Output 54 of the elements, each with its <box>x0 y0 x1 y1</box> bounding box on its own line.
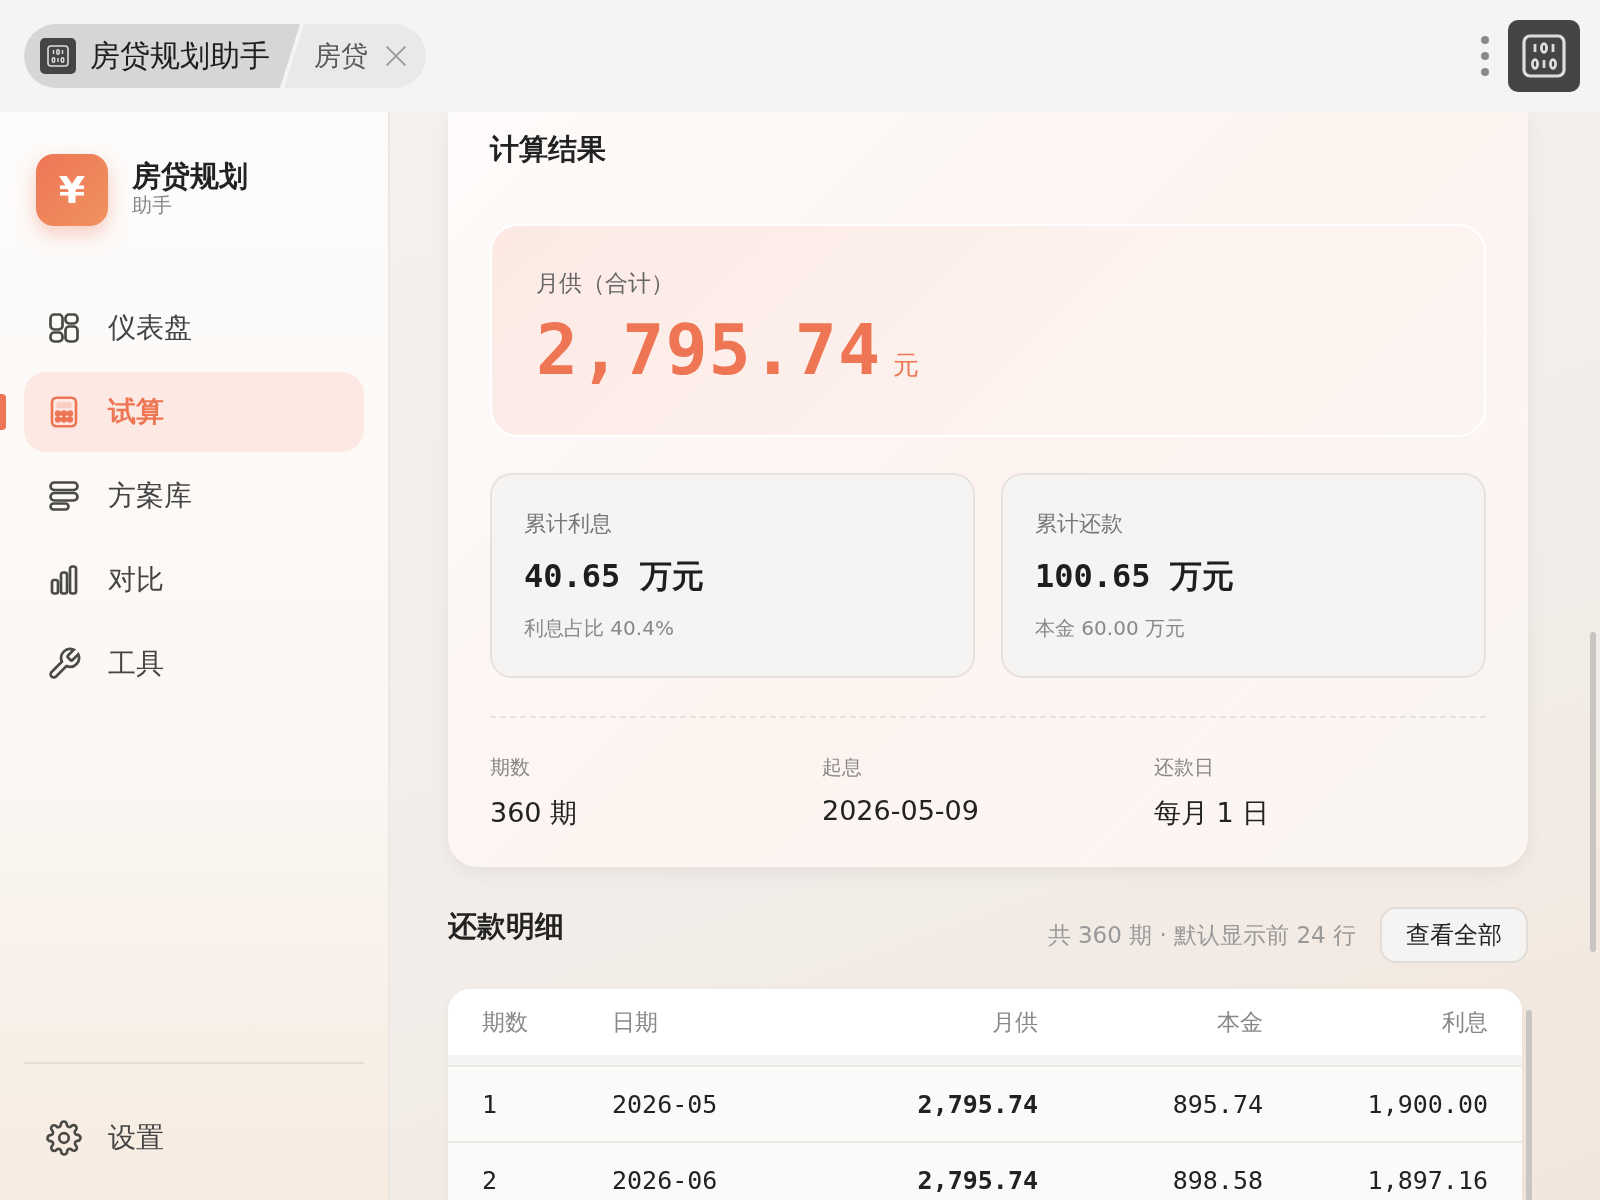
schedule-summary: 共 360 期 · 默认显示前 24 行 <box>1047 920 1356 950</box>
column-header: 日期 <box>612 1007 659 1037</box>
table-cell-text: 1,897.16 <box>1366 1165 1488 1195</box>
info-value: 360 期 <box>490 796 579 830</box>
table-cell-text: 2 <box>482 1165 499 1195</box>
tab[interactable]: 房贷 <box>284 24 426 88</box>
column-header: 本金 <box>1216 1007 1263 1037</box>
table-cell-text: 2,795.74 <box>916 1089 1038 1119</box>
nav-item[interactable]: 工具 <box>24 624 364 704</box>
table-cell-text: 1,900.00 <box>1366 1089 1488 1119</box>
table-cell-text: 895.74 <box>1171 1089 1263 1119</box>
info-label: 期数 <box>490 754 531 781</box>
column-header: 月供 <box>991 1007 1038 1037</box>
stat-label: 累计利息 <box>524 510 613 538</box>
info-label: 起息 <box>822 754 863 781</box>
view-all-button[interactable]: 查看全部 <box>1380 907 1528 963</box>
settings-icon <box>46 1120 82 1156</box>
stat-note: 利息占比 40.4% <box>524 615 675 642</box>
unit-label: 元 <box>893 349 920 382</box>
more-icon[interactable] <box>1480 34 1490 78</box>
brand-subtitle: 助手 <box>132 192 173 220</box>
stat-value: 100.65 万元 <box>1035 556 1235 597</box>
nav-item[interactable]: 方案库 <box>24 456 364 536</box>
info-value: 每月 1 日 <box>1154 796 1271 830</box>
wrench-icon <box>46 646 82 682</box>
table-cell-text: 898.58 <box>1171 1165 1263 1195</box>
list-icon <box>46 478 82 514</box>
scrollbar[interactable] <box>1526 1010 1532 1200</box>
active-indicator <box>0 394 6 430</box>
tab[interactable]: 房贷规划助手 <box>24 24 300 88</box>
brand-title: 房贷规划 <box>132 160 248 193</box>
brand-logo: ¥ <box>36 154 108 226</box>
info-value: 2026-05-09 <box>822 795 980 826</box>
grid-icon <box>46 310 82 346</box>
column-header: 期数 <box>482 1007 529 1037</box>
table-cell-text: 2026-05 <box>612 1089 719 1119</box>
scrollbar[interactable] <box>1590 632 1596 952</box>
column-header: 利息 <box>1441 1007 1488 1037</box>
table-cell-text: 2026-06 <box>612 1165 719 1195</box>
table-cell-text: 1 <box>482 1089 499 1119</box>
stat-label: 累计还款 <box>1035 510 1124 538</box>
stat-note: 本金 60.00 万元 <box>1035 615 1186 642</box>
app-icon <box>1508 20 1580 92</box>
info-label: 还款日 <box>1154 754 1215 781</box>
app-icon <box>40 38 76 74</box>
section-title: 还款明细 <box>448 908 564 945</box>
stat-value: 40.65 万元 <box>524 556 705 597</box>
nav-item[interactable]: 仪表盘 <box>24 288 364 368</box>
nav-item[interactable]: 对比 <box>24 540 364 620</box>
section-title: 计算结果 <box>490 131 607 168</box>
monthly-label: 月供（合计） <box>536 269 675 298</box>
monthly-value: 2,795.74 <box>536 309 882 391</box>
table-cell-text: 2,795.74 <box>916 1165 1038 1195</box>
settings-item[interactable]: 设置 <box>24 1098 364 1178</box>
